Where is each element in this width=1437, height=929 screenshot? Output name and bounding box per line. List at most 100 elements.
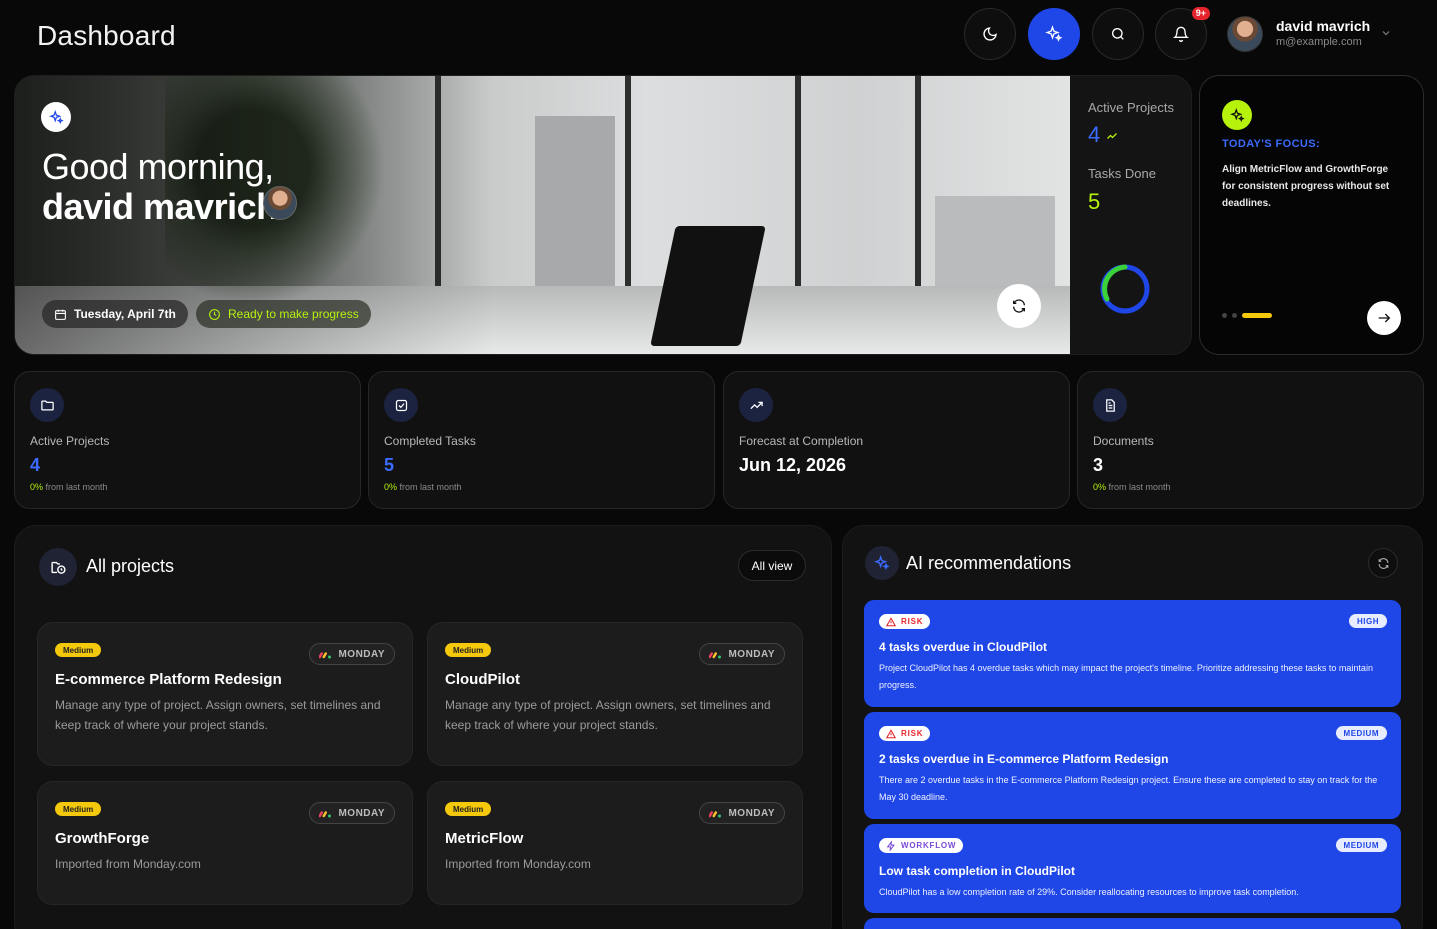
warning-icon (886, 616, 896, 626)
bell-icon (1173, 26, 1189, 42)
page-title: Dashboard (37, 20, 176, 51)
sparkle-icon (48, 109, 64, 124)
project-card[interactable]: Medium MONDAY CloudPilot Manage any type… (427, 622, 803, 766)
recommendation-description: CloudPilot has a low completion rate of … (879, 887, 1299, 897)
stat-change: 0% from last month (30, 482, 108, 492)
folder-icon (40, 400, 54, 410)
recommendation-title: 2 tasks overdue in E-commerce Platform R… (879, 752, 1169, 766)
project-card[interactable]: Medium MONDAY E-commerce Platform Redesi… (37, 622, 413, 766)
stat-value: 5 (384, 455, 395, 475)
date-text: Tuesday, April 7th (74, 307, 176, 321)
project-description: Manage any type of project. Assign owner… (55, 698, 381, 732)
all-projects-panel: All projects All view Medium MONDAY E-co… (14, 525, 832, 929)
stat-card-completed-tasks[interactable]: Completed Tasks 5 0% from last month (368, 371, 715, 509)
stat-card-documents[interactable]: Documents 3 0% from last month (1077, 371, 1424, 509)
stat-label: Active Projects (30, 434, 110, 448)
recommendation-card[interactable]: WORKFLOW MEDIUM Low task completion in C… (864, 824, 1401, 913)
refresh-recommendations-button[interactable] (1368, 548, 1398, 578)
project-card[interactable]: Medium MONDAY GrowthForge Imported from … (37, 781, 413, 905)
carousel-dot[interactable] (1222, 313, 1227, 318)
all-view-button[interactable]: All view (738, 550, 806, 581)
trending-up-icon (749, 401, 763, 409)
refresh-image-button[interactable] (997, 284, 1041, 328)
projects-icon-badge (39, 548, 77, 586)
focus-text: Align MetricFlow and GrowthForge for con… (1222, 164, 1390, 209)
recommendation-card[interactable] (864, 918, 1401, 929)
check-square-icon (395, 399, 407, 411)
stat-change: 0% from last month (1093, 482, 1171, 492)
project-description: Manage any type of project. Assign owner… (445, 698, 771, 732)
severity-badge: MEDIUM (1335, 838, 1387, 852)
user-menu-toggle[interactable] (1380, 26, 1392, 44)
recommendation-card[interactable]: RISK HIGH 4 tasks overdue in CloudPilot … (864, 600, 1401, 707)
carousel-dots (1222, 313, 1272, 318)
carousel-dot[interactable] (1232, 313, 1237, 318)
severity-badge: MEDIUM (1335, 726, 1387, 740)
stat-card-active-projects[interactable]: Active Projects 4 0% from last month (14, 371, 361, 509)
priority-badge: Medium (445, 802, 492, 816)
recommendation-card[interactable]: RISK MEDIUM 2 tasks overdue in E-commerc… (864, 712, 1401, 819)
project-name: MetricFlow (445, 830, 524, 847)
calendar-icon (55, 309, 66, 320)
ready-text: Ready to make progress (228, 307, 359, 321)
notifications-button[interactable]: 9+ (1155, 7, 1210, 60)
stat-card-forecast[interactable]: Forecast at Completion Jun 12, 2026 (723, 371, 1070, 509)
source-badge: MONDAY (699, 643, 785, 665)
source-badge: MONDAY (309, 643, 395, 665)
stat-label: Completed Tasks (384, 434, 476, 448)
ai-panel-title: AI recommendations (906, 553, 1072, 573)
hero-banner: Good morning, david mavrich! Tuesday, Ap… (14, 75, 1192, 355)
ai-assistant-button[interactable] (1028, 8, 1080, 60)
carousel-dot-active[interactable] (1242, 313, 1272, 318)
stat-label: Forecast at Completion (739, 434, 864, 448)
active-projects-value: 4 (1088, 122, 1118, 148)
moon-icon (983, 27, 997, 41)
ready-pill: Ready to make progress (196, 300, 371, 328)
source-badge: MONDAY (309, 802, 395, 824)
user-email: m@example.com (1276, 36, 1362, 48)
greeting-line-2: david mavrich! (42, 186, 290, 227)
search-icon (1112, 28, 1124, 40)
project-card[interactable]: Medium MONDAY MetricFlow Imported from M… (427, 781, 803, 905)
recommendation-tag: WORKFLOW (879, 838, 964, 853)
tasks-done-value: 5 (1088, 189, 1101, 214)
greeting-line-1: Good morning, (42, 146, 274, 187)
stat-icon-badge (1093, 388, 1127, 422)
monday-logo-icon (709, 810, 722, 817)
stat-icon-badge (384, 388, 418, 422)
hero-sparkle-badge (41, 102, 71, 132)
warning-icon (886, 728, 896, 738)
search-button[interactable] (1092, 8, 1144, 60)
focus-title: TODAY'S FOCUS: (1222, 138, 1321, 150)
folder-clock-icon (50, 561, 66, 574)
project-name: E-commerce Platform Redesign (55, 671, 282, 688)
monday-logo-icon (319, 810, 332, 817)
document-icon (1105, 398, 1115, 412)
bolt-icon (886, 840, 895, 851)
project-description: Imported from Monday.com (55, 857, 201, 871)
recommendation-tag: RISK (879, 614, 931, 629)
greeting-avatar (263, 186, 297, 220)
clock-icon (209, 308, 220, 320)
recommendation-tag: RISK (879, 726, 931, 741)
project-description: Imported from Monday.com (445, 857, 591, 871)
priority-badge: Medium (55, 643, 102, 657)
projects-panel-title: All projects (86, 556, 175, 576)
severity-badge: HIGH (1349, 614, 1387, 628)
recommendation-description: Project CloudPilot has 4 overdue tasks w… (879, 663, 1373, 690)
theme-toggle-button[interactable] (964, 8, 1016, 60)
arrow-right-icon (1378, 313, 1391, 323)
ai-recommendations-panel: AI recommendations RISK HIGH 4 tasks ove… (842, 525, 1423, 929)
recommendation-description: There are 2 overdue tasks in the E-comme… (879, 775, 1378, 802)
ai-icon-badge (865, 546, 899, 580)
notification-badge: 9+ (1191, 7, 1210, 20)
stat-icon-badge (30, 388, 64, 422)
project-name: GrowthForge (55, 830, 150, 847)
stat-icon-badge (739, 388, 773, 422)
sparkle-icon (874, 555, 890, 571)
user-avatar[interactable] (1227, 16, 1263, 52)
next-focus-button[interactable] (1367, 301, 1401, 335)
user-name[interactable]: david mavrich (1276, 18, 1370, 34)
sparkle-icon (1045, 25, 1063, 42)
priority-badge: Medium (55, 802, 102, 816)
